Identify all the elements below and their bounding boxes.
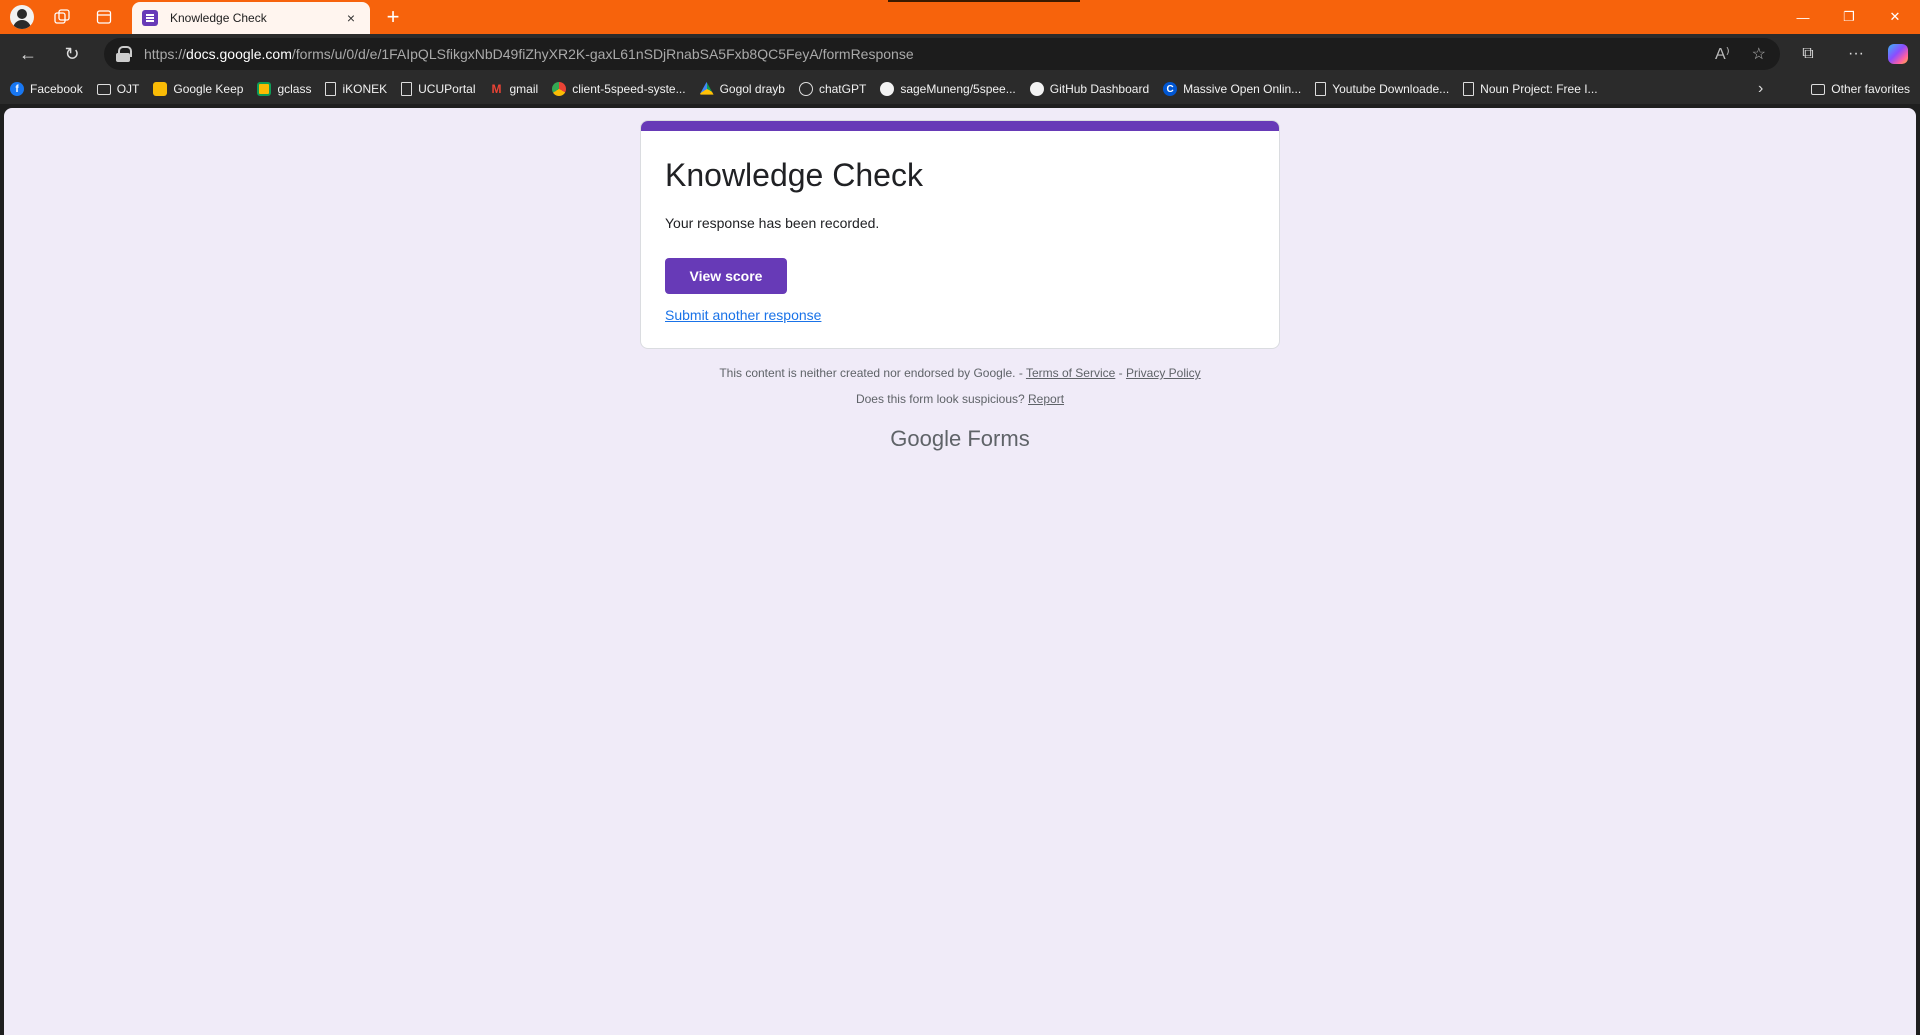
refresh-button[interactable]: ↻: [54, 34, 90, 74]
bookmark-google-keep[interactable]: Google Keep: [153, 82, 243, 96]
response-recorded-message: Your response has been recorded.: [665, 215, 880, 231]
submit-another-response-link[interactable]: Submit another response: [665, 307, 821, 323]
github-icon: [1029, 82, 1044, 96]
copilot-icon: [1888, 44, 1908, 64]
bookmark-gmail[interactable]: Mgmail: [490, 82, 539, 96]
other-favorites[interactable]: Other favorites: [1811, 74, 1910, 104]
google-keep-icon: [153, 82, 168, 96]
back-button[interactable]: ←: [10, 34, 46, 74]
google-forms-logo[interactable]: Google Forms: [4, 426, 1916, 452]
folder-icon: [96, 83, 111, 95]
title-bar: Knowledge Check × + — ❐ ✕: [0, 0, 1920, 34]
google-forms-icon: [142, 10, 158, 26]
extensions-button[interactable]: ⧉: [1790, 34, 1826, 74]
gmail-icon: M: [491, 82, 502, 96]
profile-button[interactable]: [8, 0, 36, 34]
confirmation-card: Knowledge Check Your response has been r…: [640, 120, 1280, 349]
lock-icon[interactable]: [116, 46, 132, 62]
title-bar-marker: [888, 0, 1080, 2]
chrome-icon: [552, 82, 567, 96]
bookmark-sagemuneng[interactable]: sageMuneng/5spee...: [880, 82, 1016, 96]
copilot-button[interactable]: [1880, 34, 1916, 74]
folder-icon: [1811, 83, 1826, 95]
page-viewport: Knowledge Check Your response has been r…: [4, 108, 1916, 1035]
bookmark-youtube-downloader[interactable]: Youtube Downloade...: [1315, 82, 1449, 96]
disclaimer-line: This content is neither created nor endo…: [719, 366, 1201, 380]
google-drive-icon: [699, 82, 714, 95]
page-icon: [1463, 82, 1475, 96]
tab-actions-icon: [96, 10, 112, 24]
restore-button[interactable]: ❐: [1826, 0, 1872, 34]
workspaces-icon: [54, 9, 70, 24]
bookmark-facebook[interactable]: f Facebook: [10, 82, 83, 96]
tab-title: Knowledge Check: [170, 11, 267, 25]
github-icon: [880, 82, 895, 96]
minimize-button[interactable]: —: [1780, 0, 1826, 34]
chatgpt-icon: [798, 82, 813, 96]
close-window-button[interactable]: ✕: [1872, 0, 1918, 34]
settings-more-button[interactable]: ···: [1838, 34, 1874, 74]
bookmark-ojt[interactable]: OJT: [96, 82, 139, 96]
bookmark-github-dashboard[interactable]: GitHub Dashboard: [1029, 82, 1149, 96]
favorites-bar: f Facebook OJT Google Keep gclass iKONEK …: [0, 74, 1920, 104]
form-title: Knowledge Check: [665, 157, 923, 193]
coursera-icon: C: [1163, 82, 1178, 96]
bookmark-chatgpt[interactable]: chatGPT: [798, 82, 866, 96]
bookmark-ucuportal[interactable]: UCUPortal: [401, 82, 476, 96]
bookmark-ikonek[interactable]: iKONEK: [325, 82, 387, 96]
extensions-icon: ⧉: [1802, 45, 1814, 62]
url-path: /forms/u/0/d/e/1FAIpQLSfikgxNbD49fiZhyXR…: [291, 46, 914, 62]
page-icon: [325, 82, 337, 96]
new-tab-button[interactable]: +: [380, 0, 406, 34]
read-aloud-icon[interactable]: A⁾: [1715, 44, 1730, 64]
tab-close-icon[interactable]: ×: [342, 10, 360, 26]
terms-of-service-link[interactable]: Terms of Service: [1026, 366, 1115, 380]
privacy-policy-link[interactable]: Privacy Policy: [1126, 366, 1201, 380]
bookmark-client-5speed[interactable]: client-5speed-syste...: [552, 82, 686, 96]
view-score-button[interactable]: View score: [665, 258, 787, 294]
tab-actions-button[interactable]: [90, 0, 118, 34]
url-host: docs.google.com: [186, 46, 292, 62]
bookmark-mooc[interactable]: C Massive Open Onlin...: [1163, 82, 1301, 96]
facebook-icon: f: [10, 82, 24, 96]
avatar: [10, 5, 34, 29]
browser-toolbar: ← ↻ https://docs.google.com/forms/u/0/d/…: [0, 34, 1920, 74]
page-icon: [401, 82, 413, 96]
more-icon: ···: [1848, 45, 1864, 62]
active-tab[interactable]: Knowledge Check ×: [132, 2, 370, 34]
card-accent-bar: [641, 121, 1279, 131]
workspaces-button[interactable]: [48, 0, 76, 34]
page-icon: [1315, 82, 1327, 96]
bookmark-gclass[interactable]: gclass: [257, 82, 311, 96]
url-text[interactable]: https://docs.google.com/forms/u/0/d/e/1F…: [144, 46, 914, 62]
chevron-right-icon[interactable]: ›: [1758, 74, 1763, 104]
address-bar[interactable]: https://docs.google.com/forms/u/0/d/e/1F…: [104, 38, 1780, 70]
bookmark-noun-project[interactable]: Noun Project: Free I...: [1463, 82, 1598, 96]
report-link[interactable]: Report: [1028, 392, 1064, 406]
google-classroom-icon: [257, 82, 272, 96]
bookmark-gogol-drayb[interactable]: Gogol drayb: [699, 82, 785, 96]
suspicious-line: Does this form look suspicious? Report: [855, 392, 1065, 406]
favorite-star-icon[interactable]: ☆: [1752, 44, 1766, 64]
